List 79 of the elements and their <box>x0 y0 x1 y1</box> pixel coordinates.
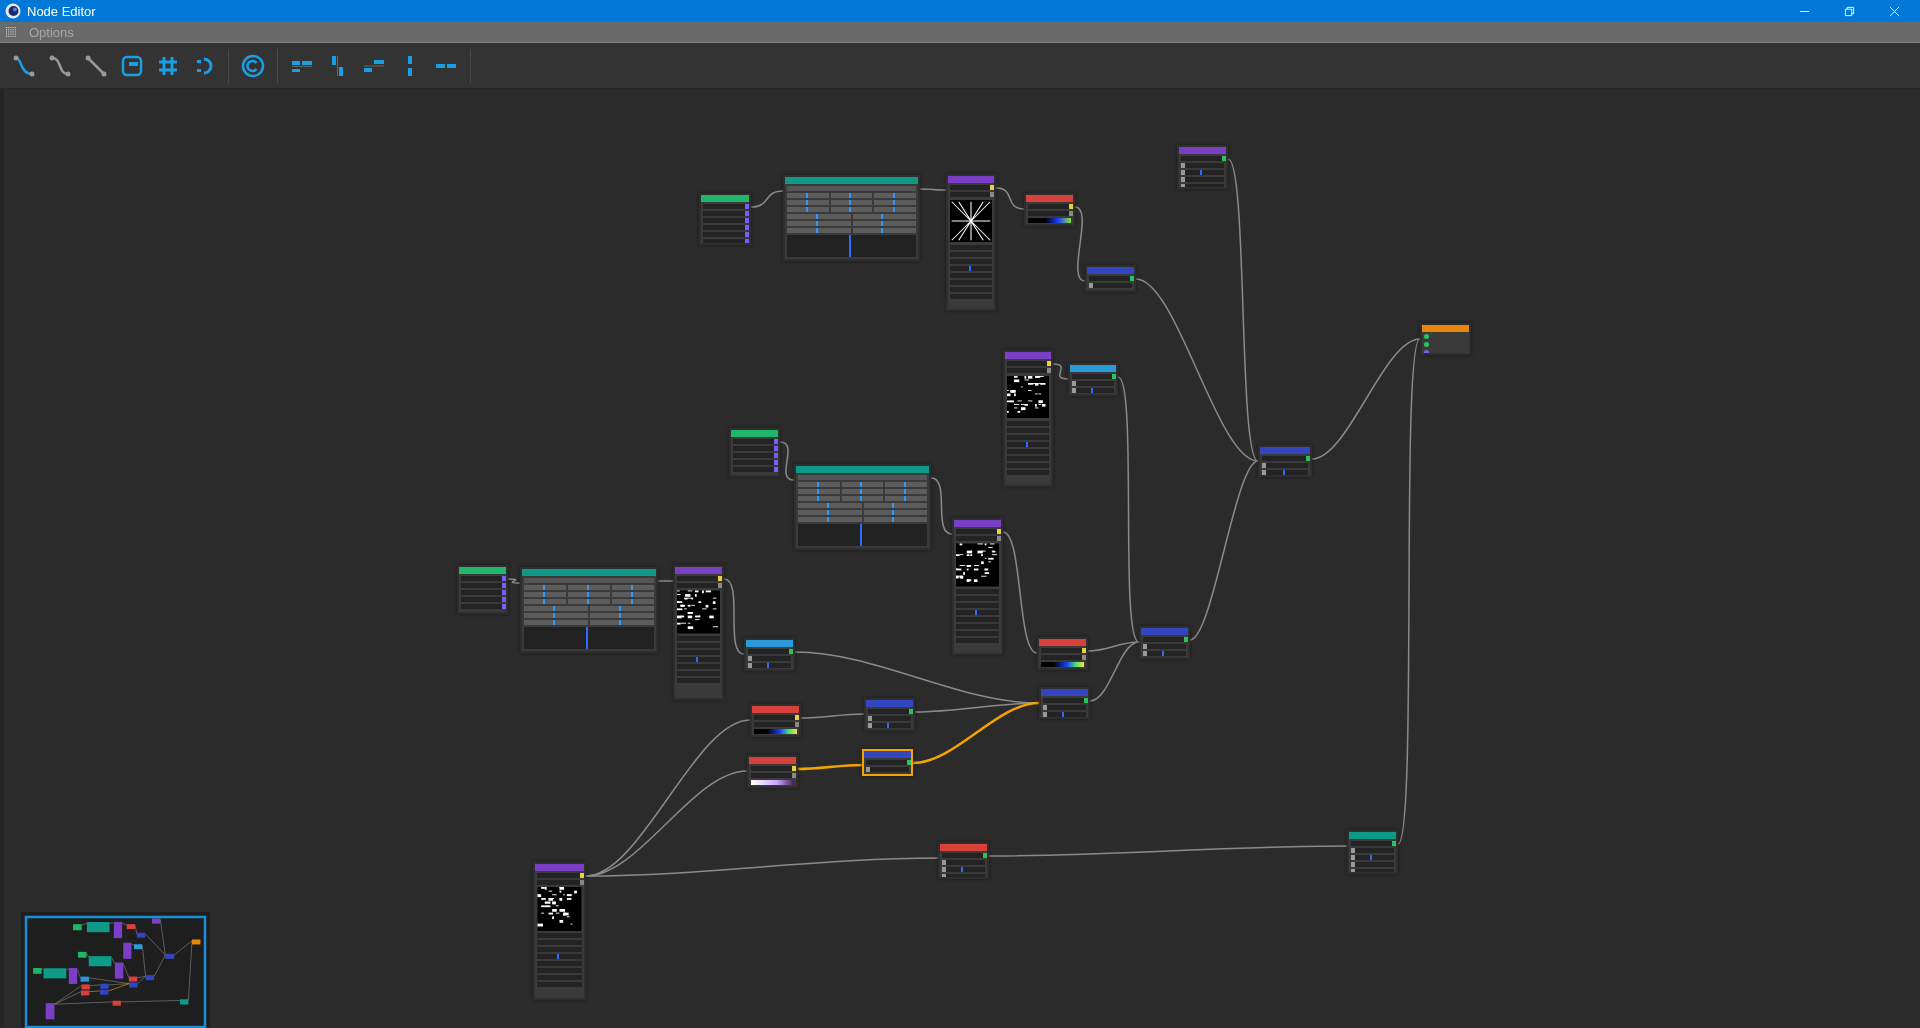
node-header[interactable] <box>1026 195 1073 202</box>
wire <box>930 477 953 535</box>
node[interactable] <box>1068 363 1118 396</box>
node[interactable] <box>1039 687 1090 719</box>
node[interactable] <box>794 464 931 550</box>
node-header[interactable] <box>701 195 749 202</box>
node[interactable] <box>1003 350 1053 487</box>
node-header[interactable] <box>535 864 584 871</box>
node-header[interactable] <box>522 569 656 576</box>
texture-preview <box>950 199 992 243</box>
wire <box>657 580 674 582</box>
wire <box>798 763 862 771</box>
node-header[interactable] <box>940 844 987 851</box>
node[interactable] <box>1085 265 1136 292</box>
node-header[interactable] <box>1005 352 1051 359</box>
node-header[interactable] <box>1141 628 1188 635</box>
wire <box>800 713 865 719</box>
close-icon[interactable] <box>1889 5 1900 17</box>
restore-icon[interactable] <box>1844 5 1855 17</box>
node-header[interactable] <box>1179 147 1226 154</box>
node-header[interactable] <box>866 700 913 707</box>
node[interactable] <box>520 567 658 653</box>
node-header[interactable] <box>954 520 1001 527</box>
wire <box>779 441 795 481</box>
node[interactable] <box>1420 323 1471 355</box>
node-header[interactable] <box>752 706 799 713</box>
node-header[interactable] <box>459 567 506 574</box>
step-wire-icon[interactable] <box>12 53 36 78</box>
node[interactable] <box>699 193 751 245</box>
node-header[interactable] <box>1039 639 1086 646</box>
node-header[interactable] <box>1041 689 1088 696</box>
node-header[interactable] <box>1070 365 1116 372</box>
node[interactable] <box>744 638 795 671</box>
curve-wire-icon[interactable] <box>48 53 72 78</box>
node[interactable] <box>533 862 586 1000</box>
node-header[interactable] <box>746 640 793 647</box>
node[interactable] <box>1177 145 1228 189</box>
node-header[interactable] <box>1422 325 1469 332</box>
texture-preview <box>677 590 720 634</box>
texture-preview <box>537 887 582 931</box>
node-header[interactable] <box>749 757 796 764</box>
wire <box>507 578 521 584</box>
node-header[interactable] <box>1260 447 1310 454</box>
node-header[interactable] <box>948 176 994 183</box>
node[interactable] <box>938 842 989 879</box>
node[interactable] <box>946 174 996 311</box>
node[interactable] <box>1024 193 1075 226</box>
wire <box>919 188 947 191</box>
node[interactable] <box>457 565 508 614</box>
texture-preview <box>1007 375 1049 419</box>
node[interactable] <box>1139 626 1190 659</box>
node-header[interactable] <box>785 177 918 184</box>
node[interactable] <box>1347 830 1398 874</box>
app-logo-icon <box>5 3 21 19</box>
node[interactable] <box>1037 637 1088 670</box>
node-header[interactable] <box>796 466 929 473</box>
wire <box>1052 363 1069 380</box>
window-title: Node Editor <box>27 3 96 19</box>
node-header[interactable] <box>1087 267 1134 274</box>
node[interactable] <box>783 175 920 261</box>
node[interactable] <box>952 518 1003 655</box>
node[interactable] <box>747 755 798 788</box>
grip-icon <box>6 26 17 38</box>
wire <box>750 190 784 208</box>
texture-preview <box>956 543 999 587</box>
menu-item[interactable]: Options <box>29 24 74 40</box>
node[interactable] <box>750 704 801 737</box>
node-header[interactable] <box>1349 832 1396 839</box>
wire <box>995 187 1025 210</box>
frame-icon[interactable] <box>120 53 144 78</box>
node[interactable] <box>862 749 913 776</box>
node-header[interactable] <box>731 430 778 437</box>
node-header[interactable] <box>864 751 911 758</box>
node[interactable] <box>673 565 724 700</box>
node[interactable] <box>1258 445 1312 477</box>
node[interactable] <box>729 428 780 477</box>
node[interactable] <box>864 698 915 731</box>
node-header[interactable] <box>675 567 722 574</box>
straight-wire-icon[interactable] <box>84 53 108 78</box>
